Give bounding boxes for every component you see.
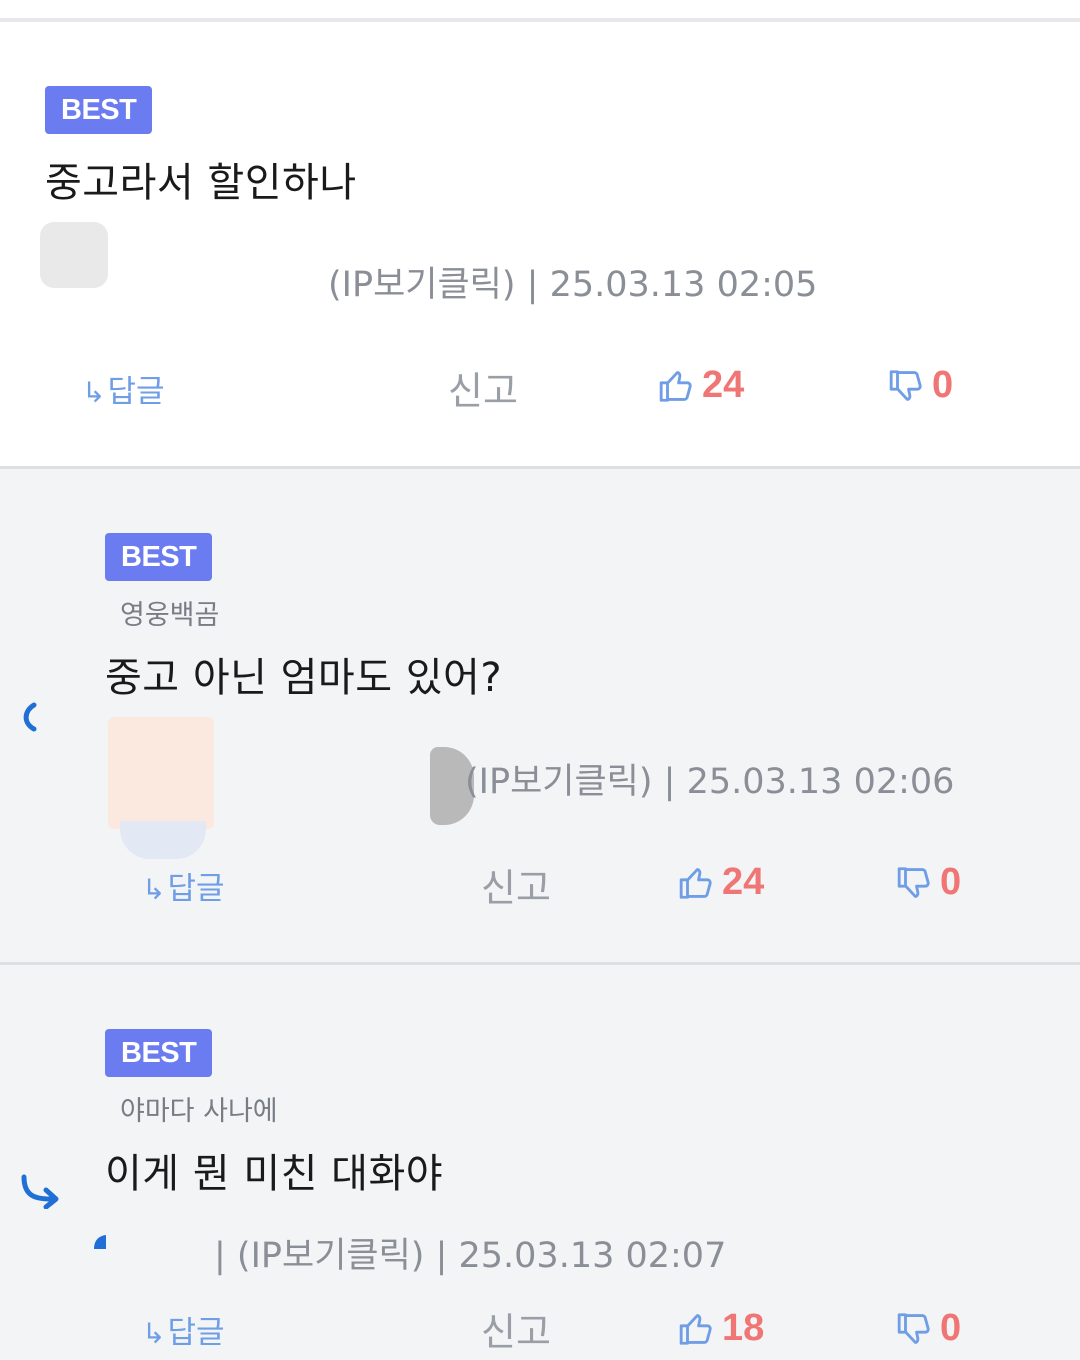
dislike-button[interactable]: 0 xyxy=(888,364,953,407)
like-count: 24 xyxy=(722,861,765,903)
reply-arrow-icon: ↳ xyxy=(142,1317,166,1350)
comment-text: 중고라서 할인하나 xyxy=(45,160,357,206)
reply-button[interactable]: ↳답글 xyxy=(142,863,225,908)
dislike-button[interactable]: 0 xyxy=(896,1307,961,1350)
author-nickname[interactable]: 영웅백곰 xyxy=(120,593,219,632)
author-nickname[interactable]: 야마다 사나에 xyxy=(120,1089,278,1128)
comment-item: BEST 야마다 사나에 이게 뭔 미친 대화야 | (IP보기클릭) | 25… xyxy=(0,962,1080,1360)
dislike-count: 0 xyxy=(940,1307,962,1349)
reply-button[interactable]: ↳답글 xyxy=(142,1307,225,1352)
reply-arrow-icon: ↳ xyxy=(142,873,166,906)
comment-meta[interactable]: (IP보기클릭) | 25.03.13 02:06 xyxy=(465,753,954,804)
report-button[interactable]: 신고 xyxy=(481,857,551,912)
avatar-shadow xyxy=(120,821,206,859)
comment-text: 이게 뭔 미친 대화야 xyxy=(105,1151,444,1197)
comment-meta[interactable]: (IP보기클릭) | 25.03.13 02:05 xyxy=(328,256,817,307)
thumbs-down-icon xyxy=(897,866,930,898)
report-button[interactable]: 신고 xyxy=(481,1301,551,1356)
comment-meta[interactable]: | (IP보기클릭) | 25.03.13 02:07 xyxy=(214,1227,726,1278)
dislike-button[interactable]: 0 xyxy=(896,861,961,904)
report-button[interactable]: 신고 xyxy=(448,360,518,415)
nested-reply-icon xyxy=(21,1174,59,1209)
thumbs-up-icon xyxy=(659,370,692,402)
nested-reply-icon xyxy=(23,702,37,732)
like-count: 24 xyxy=(702,364,745,406)
best-badge: BEST xyxy=(105,533,213,581)
reply-arrow-icon: ↳ xyxy=(82,376,106,409)
thumbs-up-icon xyxy=(679,867,712,899)
reply-button[interactable]: ↳답글 xyxy=(82,366,165,411)
thumbs-down-icon xyxy=(897,1312,930,1344)
dislike-count: 0 xyxy=(932,364,954,406)
dislike-count: 0 xyxy=(940,861,962,903)
like-button[interactable]: 24 xyxy=(658,364,744,407)
avatar xyxy=(40,222,108,288)
best-badge: BEST xyxy=(105,1029,213,1077)
comment-item: BEST 영웅백곰 중고 아닌 엄마도 있어? (IP보기클릭) | 25.03… xyxy=(0,466,1080,962)
thumbs-up-icon xyxy=(679,1313,712,1345)
comment-item: BEST 중고라서 할인하나 (IP보기클릭) | 25.03.13 02:05… xyxy=(0,22,1080,466)
like-count: 18 xyxy=(722,1307,765,1349)
best-badge: BEST xyxy=(45,86,153,134)
like-button[interactable]: 18 xyxy=(678,1307,764,1350)
avatar xyxy=(108,717,214,829)
thumbs-down-icon xyxy=(889,369,922,401)
level-icon xyxy=(94,1235,106,1249)
comment-text: 중고 아닌 엄마도 있어? xyxy=(105,655,503,701)
like-button[interactable]: 24 xyxy=(678,861,764,904)
